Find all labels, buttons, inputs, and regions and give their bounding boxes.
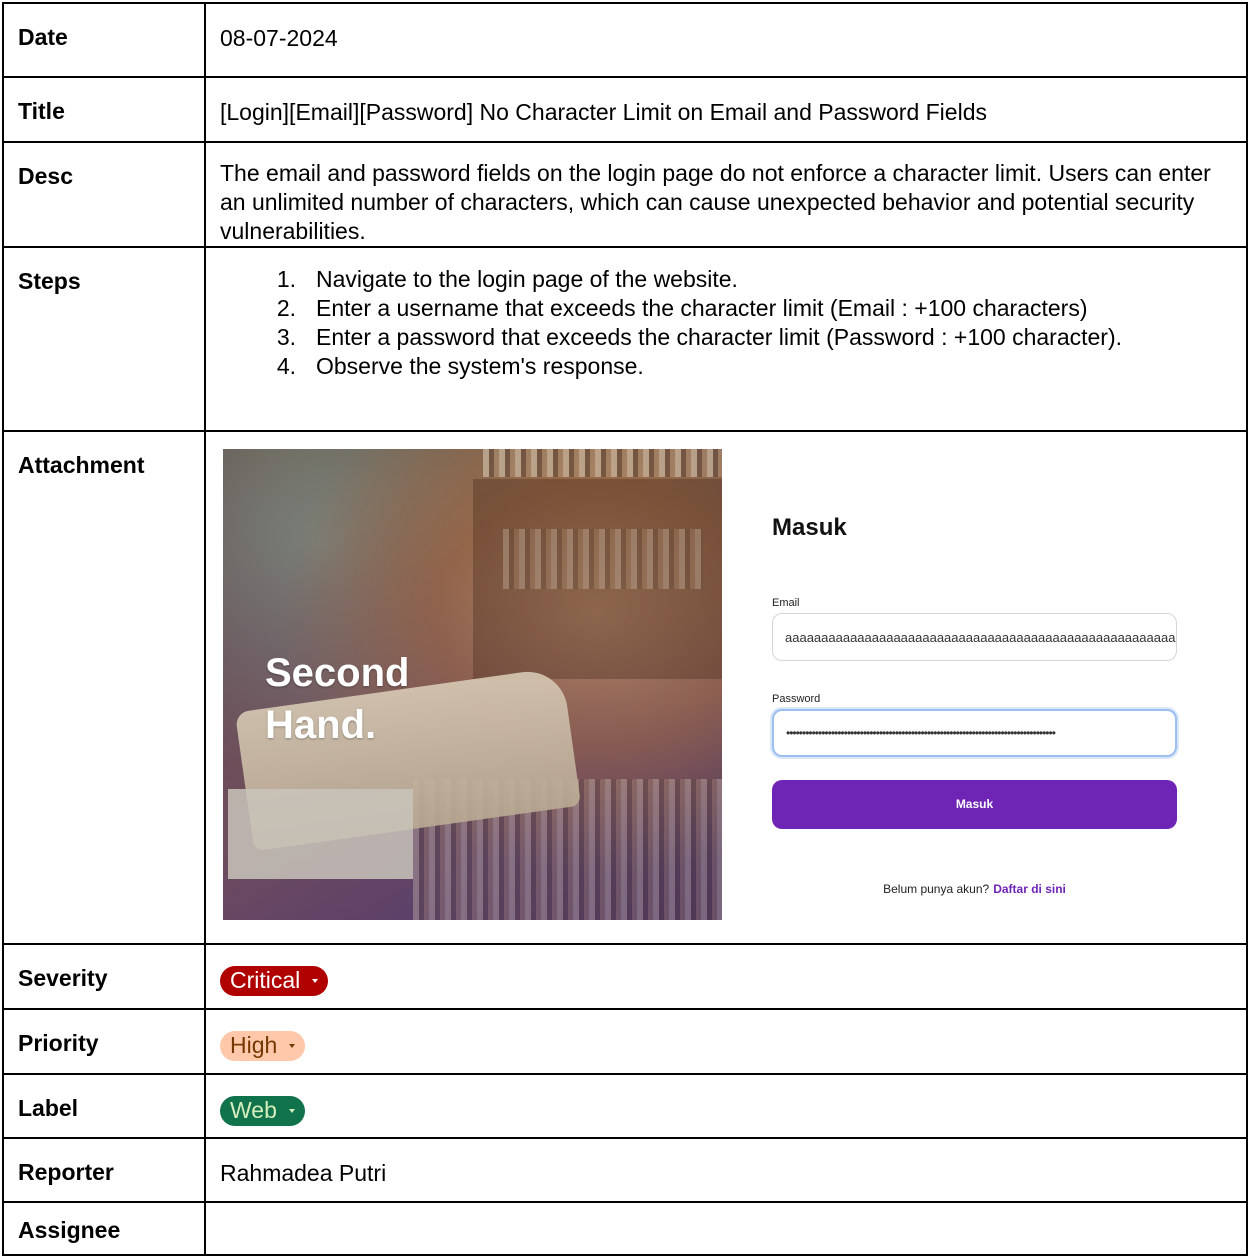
title-label: Title: [2, 76, 206, 143]
chevron-down-icon: [289, 1043, 296, 1048]
steps-list: Navigate to the login page of the websit…: [220, 265, 1228, 381]
brand-title: Second Hand.: [265, 651, 410, 747]
attachment-cell: Second Hand. Masuk Email aaaaaaaaaaaaaaa…: [204, 430, 1248, 945]
attachment-label: Attachment: [2, 430, 206, 945]
row-attachment: Attachment Second Hand. Masuk Email aaaa…: [2, 430, 1248, 945]
priority-label: Priority: [2, 1008, 206, 1075]
login-button: Masuk: [772, 780, 1177, 829]
steps-value: Navigate to the login page of the websit…: [204, 246, 1248, 432]
step-item: Navigate to the login page of the websit…: [266, 265, 738, 294]
steps-label: Steps: [2, 246, 206, 432]
priority-value: High: [230, 1032, 278, 1058]
signup-text: Belum punya akun?: [883, 882, 990, 896]
drawer-shape: [228, 789, 413, 879]
reporter-label: Reporter: [2, 1137, 206, 1203]
attachment-screenshot: Second Hand. Masuk Email aaaaaaaaaaaaaaa…: [220, 449, 1246, 937]
desc-label: Desc: [2, 141, 206, 248]
row-assignee: Assignee: [2, 1201, 1248, 1256]
severity-cell: Critical: [204, 943, 1248, 1010]
priority-dropdown[interactable]: High: [220, 1030, 306, 1061]
email-value: aaaaaaaaaaaaaaaaaaaaaaaaaaaaaaaaaaaaaaaa…: [785, 629, 1177, 645]
date-label: Date: [2, 2, 206, 78]
row-priority: Priority High: [2, 1008, 1248, 1075]
row-steps: Steps Navigate to the login page of the …: [2, 246, 1248, 432]
assignee-label: Assignee: [2, 1201, 206, 1256]
bookstore-photo: Second Hand.: [223, 449, 722, 920]
bug-report-table: Date 08-07-2024 Title [Login][Email][Pas…: [2, 2, 1248, 1256]
priority-cell: High: [204, 1008, 1248, 1075]
severity-label: Severity: [2, 943, 206, 1010]
password-mask: ••••••••••••••••••••••••••••••••••••••••…: [786, 725, 1056, 740]
signup-link: Daftar di sini: [993, 882, 1066, 896]
chevron-down-icon: [312, 978, 319, 983]
step-item: Enter a password that exceeds the charac…: [266, 323, 1123, 352]
assignee-value: [204, 1201, 1248, 1256]
row-title: Title [Login][Email][Password] No Charac…: [2, 76, 1248, 143]
row-severity: Severity Critical: [2, 943, 1248, 1010]
label-label: Label: [2, 1073, 206, 1139]
label-value: Web: [230, 1097, 277, 1123]
email-field: aaaaaaaaaaaaaaaaaaaaaaaaaaaaaaaaaaaaaaaa…: [772, 613, 1177, 661]
row-desc: Desc The email and password fields on th…: [2, 141, 1248, 248]
reporter-value: Rahmadea Putri: [204, 1137, 1248, 1203]
row-label: Label Web: [2, 1073, 1248, 1139]
login-heading: Masuk: [772, 514, 847, 541]
password-field: ••••••••••••••••••••••••••••••••••••••••…: [772, 709, 1177, 757]
desc-value: The email and password fields on the log…: [204, 141, 1248, 248]
chevron-down-icon: [288, 1108, 295, 1113]
severity-dropdown[interactable]: Critical: [220, 965, 329, 996]
row-reporter: Reporter Rahmadea Putri: [2, 1137, 1248, 1203]
signup-prompt: Belum punya akun? Daftar di sini: [772, 875, 1177, 904]
date-value: 08-07-2024: [204, 2, 1248, 78]
severity-value: Critical: [230, 967, 301, 993]
title-value: [Login][Email][Password] No Character Li…: [204, 76, 1248, 143]
row-date: Date 08-07-2024: [2, 2, 1248, 78]
label-dropdown[interactable]: Web: [220, 1095, 305, 1126]
label-cell: Web: [204, 1073, 1248, 1139]
step-item: Enter a username that exceeds the charac…: [266, 294, 1088, 323]
step-item: Observe the system's response.: [266, 352, 644, 381]
